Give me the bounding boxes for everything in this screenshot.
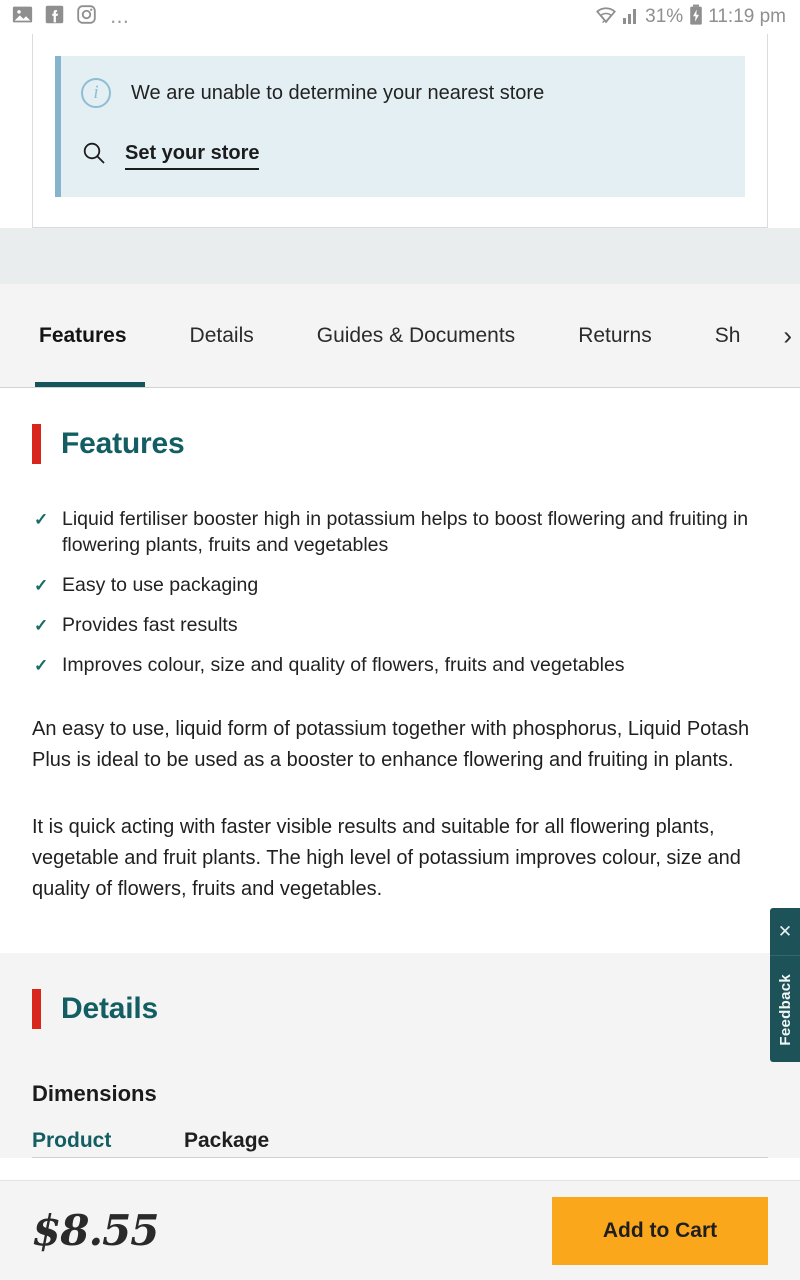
store-section: i We are unable to determine your neares…	[0, 34, 800, 228]
store-info-message: We are unable to determine your nearest …	[131, 81, 545, 104]
feedback-label[interactable]: Feedback	[777, 956, 794, 1062]
details-section: Details Dimensions Product Package	[0, 953, 800, 1158]
list-item-text: Easy to use packaging	[62, 574, 259, 596]
close-icon[interactable]: ✕	[770, 908, 800, 956]
list-item-text: Liquid fertiliser booster high in potass…	[62, 508, 749, 556]
details-heading-row: Details	[32, 989, 768, 1029]
chevron-right-icon[interactable]: ›	[781, 320, 792, 351]
battery-charging-icon	[689, 4, 703, 31]
features-heading-row: Features	[32, 424, 768, 464]
tab-shipping[interactable]: Sh	[715, 324, 741, 348]
tab-guides-and-documents[interactable]: Guides & Documents	[317, 324, 515, 348]
features-section: Features ✓ Liquid fertiliser booster hig…	[0, 388, 800, 953]
set-your-store-link[interactable]: Set your store	[125, 142, 260, 170]
store-info-banner: i We are unable to determine your neares…	[55, 56, 745, 197]
feedback-widget[interactable]: ✕ Feedback	[770, 908, 800, 1062]
status-bar-notifications: …	[12, 4, 131, 30]
heading-accent-bar	[32, 989, 41, 1029]
info-circle-icon: i	[81, 78, 111, 108]
dimensions-tab-bar[interactable]: Product Package	[32, 1129, 768, 1158]
clock-label: 11:19 pm	[708, 6, 786, 27]
product-price: $8.55	[32, 1206, 160, 1255]
details-heading: Details	[61, 992, 158, 1025]
tab-returns[interactable]: Returns	[578, 324, 652, 348]
dimensions-subheading: Dimensions	[32, 1081, 157, 1106]
check-icon: ✓	[34, 616, 49, 635]
battery-percent-label: 31%	[645, 6, 684, 27]
list-item: ✓ Liquid fertiliser booster high in pota…	[32, 506, 768, 558]
active-tab-indicator	[35, 382, 145, 387]
wifi-icon	[595, 5, 617, 30]
section-spacer-band	[0, 228, 800, 284]
features-heading: Features	[61, 427, 185, 460]
facebook-icon	[44, 4, 65, 30]
list-item: ✓ Improves colour, size and quality of f…	[32, 652, 768, 678]
check-icon: ✓	[34, 510, 49, 529]
list-item-text: Provides fast results	[62, 614, 238, 636]
features-paragraph-2: It is quick acting with faster visible r…	[32, 816, 741, 900]
status-bar-system: 31% 11:19 pm	[595, 4, 786, 31]
list-item: ✓ Easy to use packaging	[32, 572, 768, 598]
search-icon	[81, 140, 107, 171]
sticky-purchase-bar: $8.55 Add to Cart	[0, 1180, 800, 1280]
overflow-dots-icon: …	[110, 6, 131, 28]
cellular-signal-icon	[622, 5, 640, 30]
check-icon: ✓	[34, 656, 49, 675]
set-store-row[interactable]: Set your store	[81, 140, 725, 171]
add-to-cart-button[interactable]: Add to Cart	[552, 1196, 768, 1265]
tab-details[interactable]: Details	[190, 324, 254, 348]
check-icon: ✓	[34, 576, 49, 595]
store-card: i We are unable to determine your neares…	[32, 34, 768, 228]
dimensions-tab-product[interactable]: Product	[32, 1129, 184, 1153]
product-tab-bar[interactable]: Features Details Guides & Documents Retu…	[0, 284, 800, 388]
heading-accent-bar	[32, 424, 41, 464]
list-item-text: Improves colour, size and quality of flo…	[62, 654, 625, 676]
status-bar: … 31% 11:19 pm	[0, 0, 800, 34]
image-icon	[12, 4, 33, 30]
tab-features[interactable]: Features	[39, 324, 127, 348]
list-item: ✓ Provides fast results	[32, 612, 768, 638]
store-info-message-row: i We are unable to determine your neares…	[81, 78, 725, 108]
features-paragraph-1: An easy to use, liquid form of potassium…	[32, 718, 750, 771]
dimensions-tab-package[interactable]: Package	[184, 1129, 336, 1153]
features-bullet-list: ✓ Liquid fertiliser booster high in pota…	[32, 506, 768, 678]
instagram-icon	[76, 4, 97, 30]
